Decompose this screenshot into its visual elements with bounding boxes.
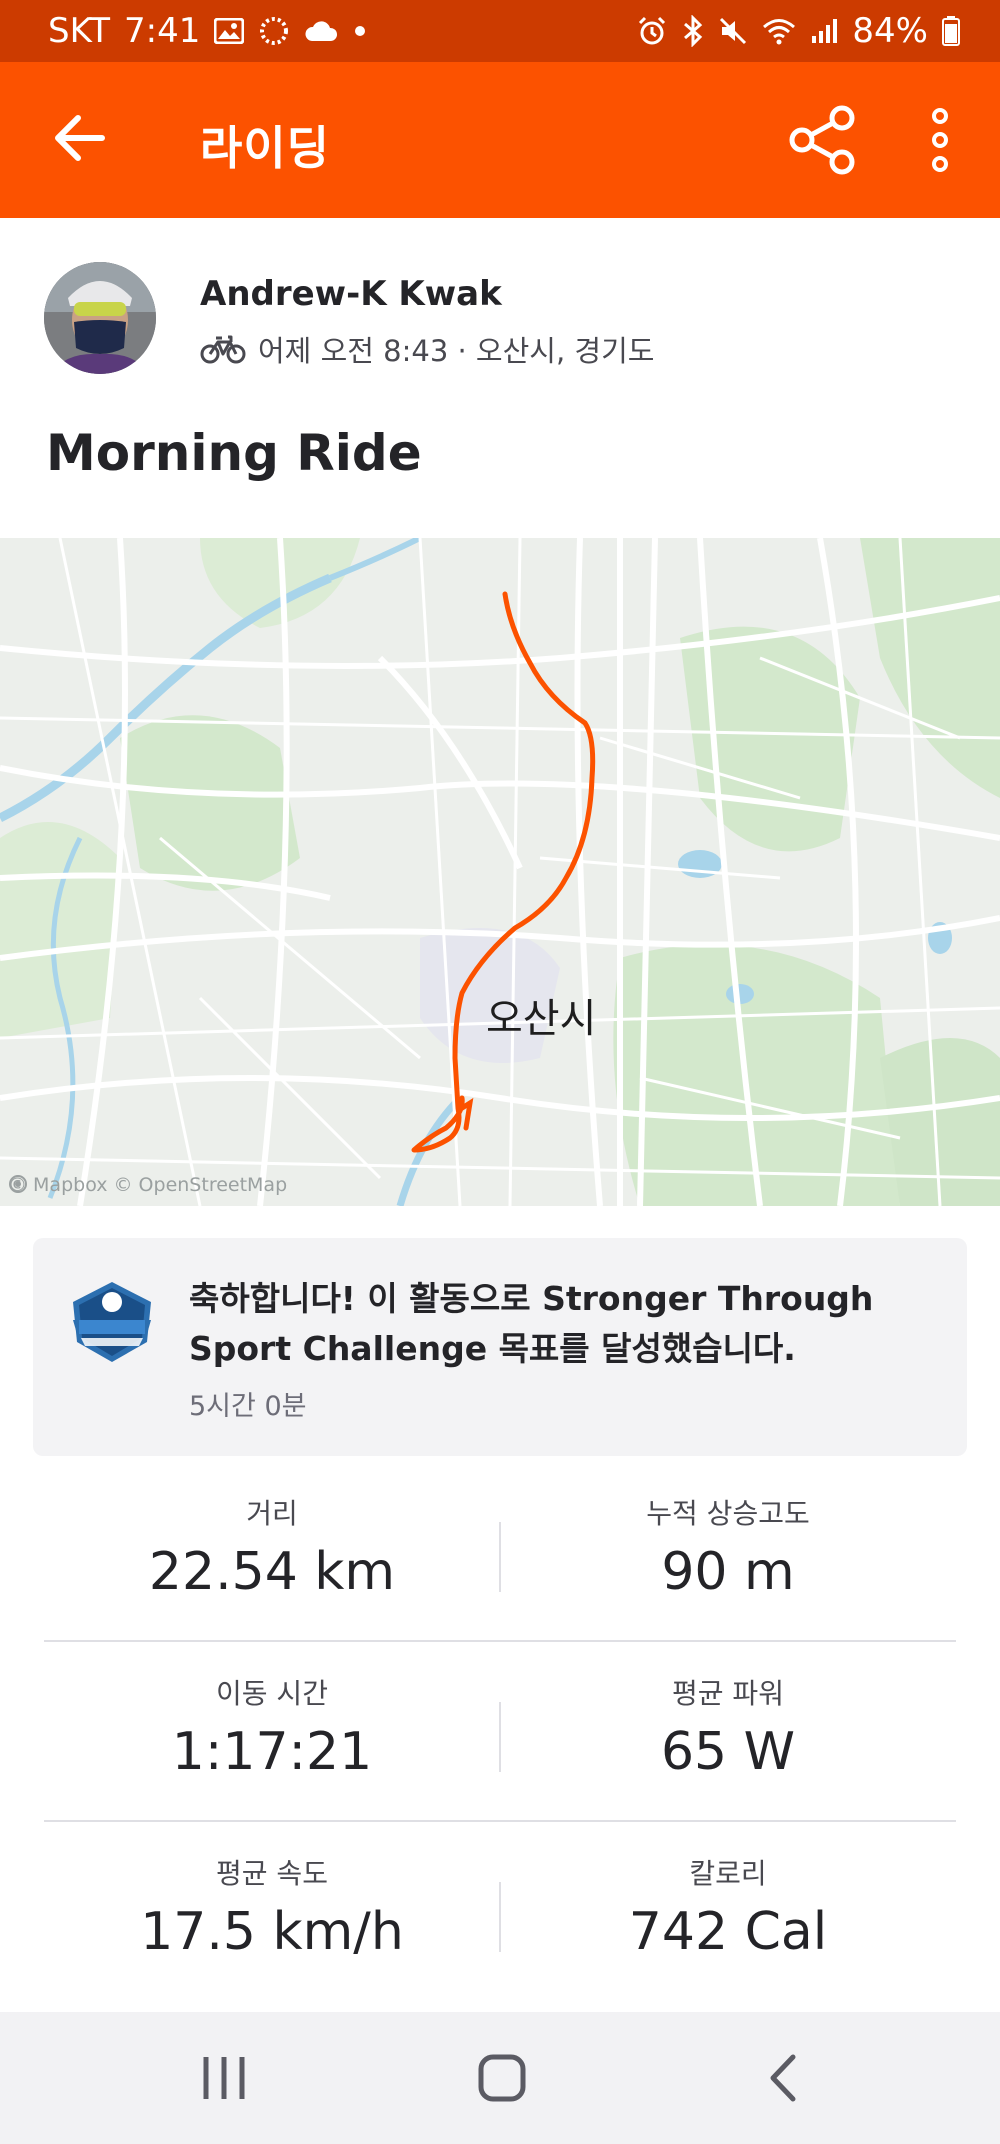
bicycle-icon (200, 335, 246, 364)
stats-row: 평균 속도 17.5 km/h 칼로리 742 Cal (44, 1822, 956, 2002)
stat-label: 이동 시간 (216, 1677, 328, 1710)
stats-row: 거리 22.54 km 누적 상승고도 90 m (44, 1462, 956, 1642)
dot-icon (352, 23, 368, 39)
map-city-label: 오산시 (486, 996, 597, 1042)
loading-icon (258, 15, 290, 47)
map-attribution[interactable]: © Mapbox © OpenStreetMap (8, 1174, 287, 1196)
stat-label: 거리 (246, 1497, 298, 1530)
stat-label: 누적 상승고도 (646, 1497, 810, 1530)
stat-calories: 칼로리 742 Cal (500, 1852, 956, 1962)
mute-icon (718, 16, 748, 46)
system-nav-bar (0, 2012, 1000, 2144)
status-time: 7:41 (124, 11, 201, 51)
activity-title: Morning Ride (46, 424, 422, 482)
wifi-icon (762, 17, 796, 45)
bluetooth-icon (682, 15, 704, 47)
stat-value: 90 m (661, 1542, 795, 1602)
stat-value: 17.5 km/h (140, 1902, 404, 1962)
challenge-time: 5시간 0분 (189, 1391, 307, 1422)
home-icon (478, 2054, 526, 2102)
more-options-button[interactable] (920, 104, 960, 176)
stat-label: 칼로리 (689, 1857, 767, 1890)
share-icon (789, 105, 855, 175)
stat-elevation-gain: 누적 상승고도 90 m (500, 1492, 956, 1602)
stat-value: 1:17:21 (171, 1722, 373, 1782)
stat-value: 22.54 km (148, 1542, 396, 1602)
arrow-left-icon (55, 115, 105, 161)
signal-icon (810, 17, 838, 45)
challenge-message: 축하합니다! 이 활동으로 Stronger Through Sport Cha… (189, 1279, 874, 1368)
stat-moving-time: 이동 시간 1:17:21 (44, 1672, 500, 1782)
activity-date-location: 어제 오전 8:43 · 오산시, 경기도 (258, 334, 655, 368)
stats-grid: 거리 22.54 km 누적 상승고도 90 m 이동 시간 1:17:21 평… (44, 1462, 956, 2002)
route-map[interactable]: 오산시 © Mapbox © OpenStreetMap (0, 538, 1000, 1206)
stat-label: 평균 파워 (672, 1677, 784, 1710)
home-button[interactable] (462, 2046, 542, 2110)
athlete-header: Andrew-K Kwak 어제 오전 8:43 · 오산시, 경기도 (0, 218, 1000, 388)
battery-percent: 84% (852, 11, 928, 51)
page-title: 라이딩 (200, 121, 330, 175)
attribution-text: © Mapbox © OpenStreetMap (8, 1174, 288, 1196)
challenge-badge-icon (67, 1280, 157, 1364)
athlete-name[interactable]: Andrew-K Kwak (200, 274, 502, 314)
nav-back-button[interactable] (742, 2046, 822, 2110)
challenge-card[interactable]: 축하합니다! 이 활동으로 Stronger Through Sport Cha… (33, 1238, 967, 1456)
back-button[interactable] (50, 108, 110, 168)
activity-meta: 어제 오전 8:43 · 오산시, 경기도 (200, 328, 654, 370)
stat-value: 742 Cal (628, 1902, 828, 1962)
status-bar: SKT 7:41 84% (0, 0, 1000, 62)
battery-icon (942, 16, 960, 46)
recent-apps-icon (203, 2057, 245, 2099)
recent-apps-button[interactable] (184, 2046, 264, 2110)
more-vertical-icon (932, 108, 948, 172)
stat-average-power: 평균 파워 65 W (500, 1672, 956, 1782)
carrier-label: SKT (48, 11, 111, 51)
stat-average-speed: 평균 속도 17.5 km/h (44, 1852, 500, 1962)
share-button[interactable] (786, 104, 858, 176)
app-bar: 라이딩 (0, 62, 1000, 218)
stats-row: 이동 시간 1:17:21 평균 파워 65 W (44, 1642, 956, 1822)
stat-distance: 거리 22.54 km (44, 1492, 500, 1602)
cloud-icon (304, 19, 338, 43)
alarm-icon (636, 15, 668, 47)
avatar[interactable] (44, 262, 156, 374)
mapbox-icon (9, 1175, 27, 1193)
stat-value: 65 W (660, 1722, 796, 1782)
gallery-icon (214, 18, 245, 44)
back-chevron-icon (770, 2054, 796, 2102)
stat-label: 평균 속도 (216, 1857, 328, 1890)
